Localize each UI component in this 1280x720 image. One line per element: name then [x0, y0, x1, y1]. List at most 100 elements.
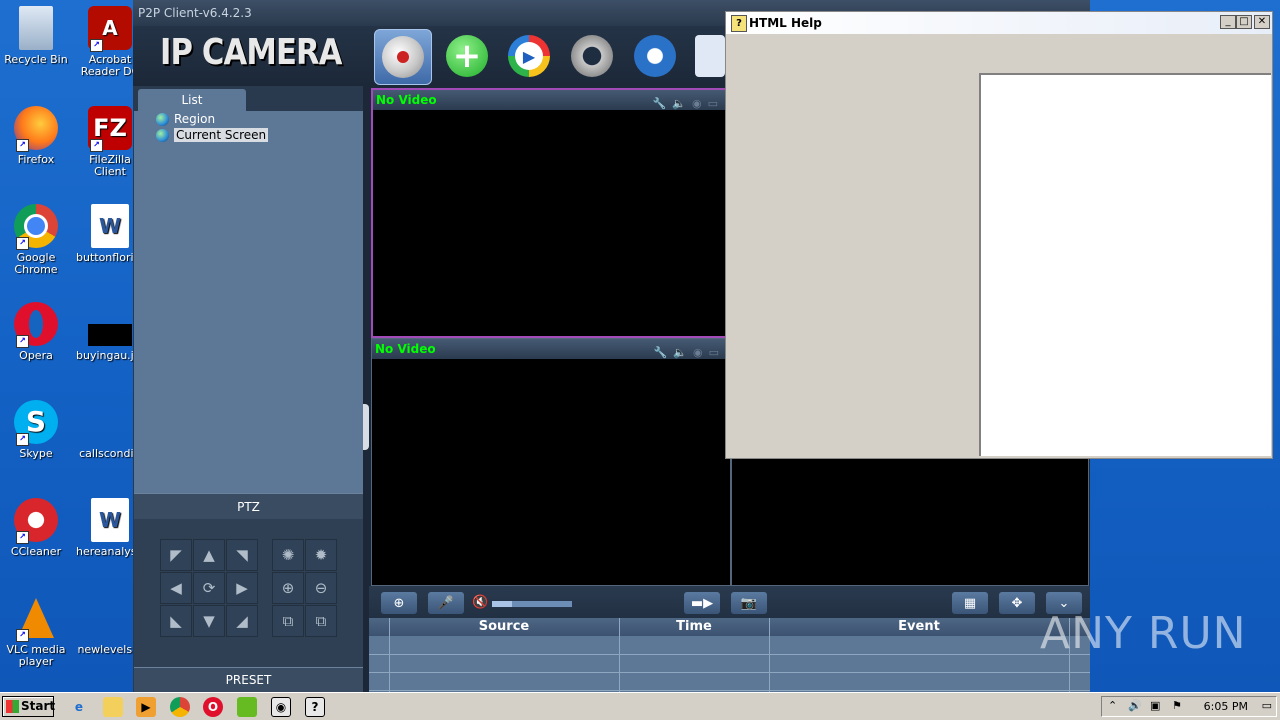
arrow-down-right-icon: ◢ — [236, 612, 248, 630]
add-icon: + — [446, 35, 488, 77]
media-player-icon: ▶ — [141, 700, 151, 714]
fullscreen-button[interactable]: ✥ — [999, 592, 1035, 614]
focus-far-button[interactable]: ⧉ — [305, 605, 337, 637]
ccleaner-icon: ↗ — [14, 498, 58, 544]
camera-icon: ◉ — [275, 700, 287, 714]
desktop-icon-label: CCleaner — [10, 545, 62, 558]
ptz-up-button[interactable]: ▲ — [193, 539, 225, 571]
row-divider — [369, 672, 1090, 673]
settings-icon — [634, 35, 676, 77]
record-button[interactable]: ▬▶ — [684, 592, 720, 614]
app-title: P2P Client-v6.4.2.3 — [138, 6, 252, 20]
column-header-time[interactable]: Time — [619, 619, 769, 634]
desktop-icon-label: Acrobat Reader DC — [80, 53, 140, 78]
device-list-panel: List Region Current Screen PTZ ◤ ▲ ◥ ◀ ⟳… — [133, 86, 363, 693]
tree-node-label: Current Screen — [174, 128, 269, 142]
desktop-icon-firefox[interactable]: ↗ Firefox — [2, 106, 70, 166]
start-label: Start — [21, 699, 56, 713]
focus-near-button[interactable]: ⧉ — [272, 605, 304, 637]
minimize-icon: _ — [1225, 16, 1231, 27]
help-icon: ? — [311, 700, 319, 714]
row-divider — [369, 690, 1090, 691]
magnifier-icon: ⊕ — [393, 595, 405, 611]
volume-icon[interactable]: 🔊 — [1128, 699, 1142, 712]
desktop-icon-ccleaner[interactable]: ↗ CCleaner — [2, 498, 70, 558]
column-header-source[interactable]: Source — [389, 619, 619, 634]
desktop-icon-label: callsconditi — [79, 447, 141, 460]
network-icon[interactable]: ▣ — [1150, 699, 1160, 712]
help-titlebar[interactable]: ? HTML Help _ □ ✕ — [726, 12, 1272, 34]
ptz-control-button[interactable] — [564, 29, 620, 83]
tray-expand-icon[interactable]: ⌃ — [1108, 699, 1117, 712]
ptz-down-right-button[interactable]: ◢ — [226, 605, 258, 637]
ptz-up-left-button[interactable]: ◤ — [160, 539, 192, 571]
desktop-icon-recycle-bin[interactable]: Recycle Bin — [2, 6, 70, 66]
layout-button[interactable]: ▦ — [952, 592, 988, 614]
taskbar-ie[interactable]: e — [69, 697, 89, 717]
start-button[interactable]: Start — [2, 696, 56, 717]
rotate-icon: ⟳ — [202, 579, 216, 597]
taskbar-media-player[interactable]: ▶ — [136, 697, 156, 717]
zoom-out-button[interactable]: ⊖ — [305, 572, 337, 604]
log-button[interactable] — [690, 29, 730, 83]
ptz-down-left-button[interactable]: ◣ — [160, 605, 192, 637]
video-cell-2[interactable]: No Video 🔧🔈◉▭ — [371, 338, 731, 586]
ptz-auto-button[interactable]: ⟳ — [193, 572, 225, 604]
ptz-left-button[interactable]: ◀ — [160, 572, 192, 604]
clock[interactable]: 6:05 PM — [1204, 700, 1248, 713]
desktop-icon-opera[interactable]: ↗ Opera — [2, 302, 70, 362]
desktop-icon-chrome[interactable]: ↗ Google Chrome — [2, 204, 70, 276]
action-center-flag-icon[interactable]: ⚑ — [1172, 699, 1182, 712]
taskbar-chrome[interactable] — [170, 697, 190, 717]
zoom-in-button[interactable]: ⊕ — [272, 572, 304, 604]
tree-node-current-screen[interactable]: Current Screen — [156, 128, 269, 143]
ptz-down-button[interactable]: ▼ — [193, 605, 225, 637]
zoom-button[interactable]: ⊕ — [381, 592, 417, 614]
close-button[interactable]: ✕ — [1254, 15, 1270, 29]
playback-button[interactable]: ▶ — [501, 29, 557, 83]
taskbar-opera[interactable]: O — [203, 697, 223, 717]
event-table-header: Source Time Event — [369, 618, 1090, 636]
iris-open-button[interactable]: ✹ — [305, 539, 337, 571]
desktop-icon-label: FileZilla Client — [89, 153, 131, 178]
video-cell-1[interactable]: No Video 🔧🔈◉▭ — [371, 88, 731, 338]
iris-open-icon: ✹ — [314, 546, 328, 564]
taskbar-explorer[interactable] — [103, 697, 123, 717]
tree-node-region[interactable]: Region — [156, 112, 215, 127]
desktop-icon-vlc[interactable]: ↗ VLC media player — [2, 596, 70, 668]
show-desktop-icon[interactable]: ▭ — [1262, 699, 1272, 712]
tab-list[interactable]: List — [138, 89, 246, 111]
arrow-up-right-icon: ◥ — [236, 546, 248, 564]
settings-button[interactable] — [627, 29, 683, 83]
record-icon: ▬▶ — [690, 595, 714, 611]
recycle-bin-icon — [19, 6, 53, 50]
grid-layout-icon: ▦ — [963, 595, 977, 611]
camera-view-button[interactable] — [374, 29, 432, 85]
column-header-event[interactable]: Event — [769, 619, 1069, 634]
opera-icon: ↗ — [14, 302, 58, 348]
speaker-muted-icon[interactable]: 🔇 — [472, 595, 488, 610]
minimize-button[interactable]: _ — [1220, 15, 1236, 29]
preset-section-header[interactable]: PRESET — [134, 667, 363, 693]
volume-slider[interactable] — [491, 600, 573, 608]
ptz-section-header[interactable]: PTZ — [134, 493, 363, 520]
globe-icon — [156, 129, 169, 142]
tree-node-label: Region — [174, 112, 216, 126]
volume-slider-fill — [492, 601, 512, 607]
taskbar-winrar[interactable] — [237, 697, 257, 717]
snapshot-button[interactable]: 📷 — [731, 592, 767, 614]
desktop-icon-label: Firefox — [17, 153, 55, 166]
video-cell-tools: 🔧🔈◉▭ — [653, 346, 725, 359]
maximize-button[interactable]: □ — [1236, 15, 1252, 29]
desktop-icon-skype[interactable]: S ↗ Skype — [2, 400, 70, 460]
ptz-right-button[interactable]: ▶ — [226, 572, 258, 604]
iris-close-button[interactable]: ✺ — [272, 539, 304, 571]
add-device-button[interactable]: + — [439, 29, 495, 83]
skype-icon: S ↗ — [14, 400, 58, 446]
talk-button[interactable]: 🎤 — [428, 592, 464, 614]
help-content-pane[interactable] — [979, 73, 1271, 456]
taskbar-html-help[interactable]: ? — [305, 697, 325, 717]
video-status: No Video — [375, 342, 436, 356]
ptz-up-right-button[interactable]: ◥ — [226, 539, 258, 571]
taskbar-p2p-client[interactable]: ◉ — [271, 697, 291, 717]
